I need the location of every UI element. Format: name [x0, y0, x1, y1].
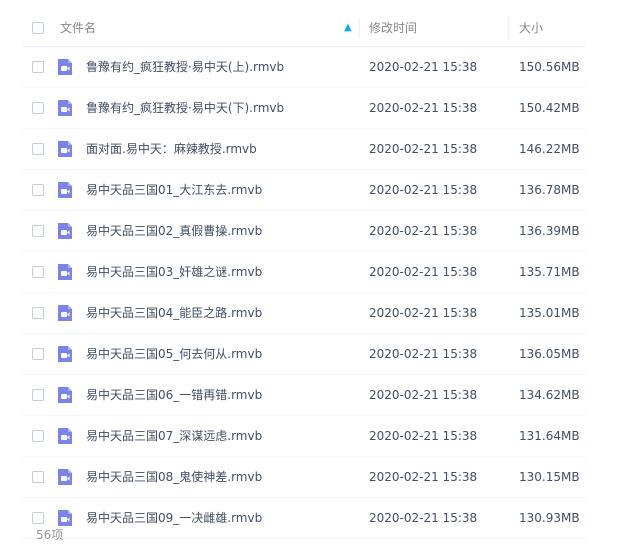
file-name[interactable]: 易中天品三国04_能臣之路.rmvb — [86, 293, 262, 333]
video-file-icon — [56, 304, 74, 322]
file-row[interactable]: 易中天品三国05_何去何从.rmvb 2020-02-21 15:38 136.05… — [22, 334, 586, 375]
file-size: 134.62MB — [519, 388, 580, 402]
row-checkbox[interactable] — [32, 225, 44, 237]
file-name[interactable]: 鲁豫有约_疯狂教授·易中天(上).rmvb — [86, 47, 284, 87]
file-size: 150.42MB — [519, 101, 580, 115]
file-size: 136.05MB — [519, 347, 580, 361]
file-name[interactable]: 面对面.易中天：麻辣教授.rmvb — [86, 129, 257, 169]
file-modified-time: 2020-02-21 15:38 — [369, 429, 478, 443]
column-header-modified-time[interactable]: 修改时间 — [369, 10, 417, 46]
file-modified-time: 2020-02-21 15:38 — [369, 60, 478, 74]
sort-ascending-icon[interactable]: ▲ — [344, 10, 352, 46]
file-name[interactable]: 易中天品三国09_一决雌雄.rmvb — [86, 498, 262, 538]
file-row[interactable]: 鲁豫有约_疯狂教授·易中天(下).rmvb 2020-02-21 15:38 150… — [22, 88, 586, 129]
file-size: 136.78MB — [519, 183, 580, 197]
row-checkbox[interactable] — [32, 184, 44, 196]
video-file-icon — [56, 386, 74, 404]
file-size: 146.22MB — [519, 142, 580, 156]
select-all-checkbox[interactable] — [32, 22, 44, 34]
video-file-icon — [56, 140, 74, 158]
file-size: 150.56MB — [519, 60, 580, 74]
file-name[interactable]: 易中天品三国01_大江东去.rmvb — [86, 170, 262, 210]
file-modified-time: 2020-02-21 15:38 — [369, 224, 478, 238]
file-row[interactable]: 易中天品三国09_一决雌雄.rmvb 2020-02-21 15:38 130.93… — [22, 498, 586, 539]
video-file-icon — [56, 263, 74, 281]
file-size: 130.93MB — [519, 511, 580, 525]
file-name[interactable]: 易中天品三国08_鬼使神差.rmvb — [86, 457, 262, 497]
row-checkbox[interactable] — [32, 389, 44, 401]
file-name[interactable]: 易中天品三国02_真假曹操.rmvb — [86, 211, 262, 251]
row-checkbox[interactable] — [32, 143, 44, 155]
column-divider — [359, 18, 360, 38]
file-modified-time: 2020-02-21 15:38 — [369, 470, 478, 484]
file-row[interactable]: 易中天品三国07_深谋远虑.rmvb 2020-02-21 15:38 131.64… — [22, 416, 586, 457]
row-checkbox[interactable] — [32, 61, 44, 73]
file-modified-time: 2020-02-21 15:38 — [369, 183, 478, 197]
item-count: 56项 — [36, 528, 64, 542]
file-size: 135.71MB — [519, 265, 580, 279]
file-list: 文件名 ▲ 修改时间 大小 鲁豫有约_疯狂教授·易中天(上).rmvb 2020-… — [22, 10, 586, 539]
row-checkbox[interactable] — [32, 102, 44, 114]
file-row[interactable]: 易中天品三国04_能臣之路.rmvb 2020-02-21 15:38 135.01… — [22, 293, 586, 334]
file-modified-time: 2020-02-21 15:38 — [369, 306, 478, 320]
row-checkbox[interactable] — [32, 307, 44, 319]
video-file-icon — [56, 468, 74, 486]
row-checkbox[interactable] — [32, 471, 44, 483]
row-checkbox[interactable] — [32, 266, 44, 278]
file-name[interactable]: 易中天品三国07_深谋远虑.rmvb — [86, 416, 262, 456]
file-name[interactable]: 鲁豫有约_疯狂教授·易中天(下).rmvb — [86, 88, 284, 128]
file-row[interactable]: 易中天品三国08_鬼使神差.rmvb 2020-02-21 15:38 130.15… — [22, 457, 586, 498]
file-modified-time: 2020-02-21 15:38 — [369, 142, 478, 156]
column-header-name[interactable]: 文件名 — [60, 10, 96, 46]
row-checkbox[interactable] — [32, 430, 44, 442]
file-row[interactable]: 易中天品三国02_真假曹操.rmvb 2020-02-21 15:38 136.39… — [22, 211, 586, 252]
row-checkbox[interactable] — [32, 348, 44, 360]
file-row[interactable]: 面对面.易中天：麻辣教授.rmvb 2020-02-21 15:38 146.22M… — [22, 129, 586, 170]
column-divider — [508, 18, 509, 38]
file-modified-time: 2020-02-21 15:38 — [369, 388, 478, 402]
video-file-icon — [56, 181, 74, 199]
file-rows: 鲁豫有约_疯狂教授·易中天(上).rmvb 2020-02-21 15:38 150… — [22, 47, 586, 539]
file-name[interactable]: 易中天品三国06_一错再错.rmvb — [86, 375, 262, 415]
video-file-icon — [56, 222, 74, 240]
file-modified-time: 2020-02-21 15:38 — [369, 347, 478, 361]
file-size: 131.64MB — [519, 429, 580, 443]
file-row[interactable]: 鲁豫有约_疯狂教授·易中天(上).rmvb 2020-02-21 15:38 150… — [22, 47, 586, 88]
video-file-icon — [56, 58, 74, 76]
file-size: 130.15MB — [519, 470, 580, 484]
file-modified-time: 2020-02-21 15:38 — [369, 265, 478, 279]
file-name[interactable]: 易中天品三国05_何去何从.rmvb — [86, 334, 262, 374]
video-file-icon — [56, 427, 74, 445]
file-name[interactable]: 易中天品三国03_奸雄之谜.rmvb — [86, 252, 262, 292]
file-row[interactable]: 易中天品三国01_大江东去.rmvb 2020-02-21 15:38 136.78… — [22, 170, 586, 211]
file-row[interactable]: 易中天品三国03_奸雄之谜.rmvb 2020-02-21 15:38 135.71… — [22, 252, 586, 293]
video-file-icon — [56, 345, 74, 363]
file-size: 136.39MB — [519, 224, 580, 238]
file-modified-time: 2020-02-21 15:38 — [369, 101, 478, 115]
column-header-size[interactable]: 大小 — [519, 10, 543, 46]
file-list-header: 文件名 ▲ 修改时间 大小 — [22, 10, 586, 47]
video-file-icon — [56, 99, 74, 117]
file-row[interactable]: 易中天品三国06_一错再错.rmvb 2020-02-21 15:38 134.62… — [22, 375, 586, 416]
file-size: 135.01MB — [519, 306, 580, 320]
file-modified-time: 2020-02-21 15:38 — [369, 511, 478, 525]
